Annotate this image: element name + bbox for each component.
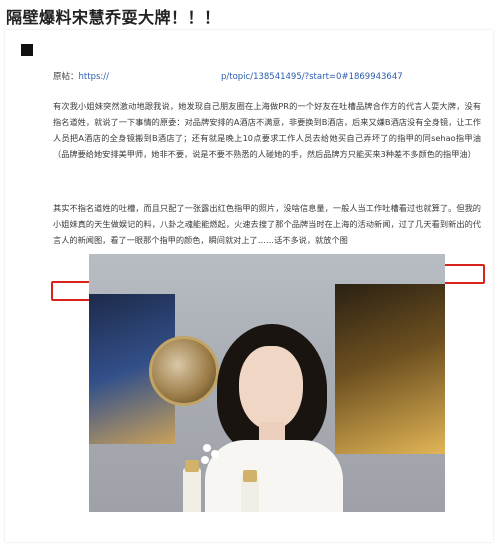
source-label: 原帖： bbox=[53, 72, 79, 82]
source-url[interactable]: https:// bbox=[79, 72, 109, 82]
source-url-tail[interactable]: p/topic/138541495/?start=0#1869943647 bbox=[221, 72, 403, 82]
source-line: 原帖：https:// p/topic/138541495/?start=0#18… bbox=[53, 70, 403, 82]
flower-decoration bbox=[199, 444, 223, 484]
round-mirror bbox=[149, 336, 219, 406]
poster-right bbox=[335, 284, 445, 454]
headline: 隔壁爆料宋慧乔耍大牌！！！ bbox=[6, 8, 221, 27]
post-author-avatar bbox=[21, 44, 33, 56]
person-white-outfit bbox=[205, 440, 343, 512]
product-bottle-cap bbox=[185, 460, 199, 472]
product-bottle-cap bbox=[243, 470, 257, 482]
product-bottle bbox=[183, 468, 201, 512]
paragraph-1: 有次我小姐妹突然激动地跟我说，她发现自己朋友圈在上海做PR的一个好友在吐槽品牌合… bbox=[53, 101, 481, 159]
paragraph-2: 其实不指名道姓的吐槽，而且只配了一张露出红色指甲的照片，没啥信息量，一般人当工作… bbox=[53, 200, 481, 248]
person-face bbox=[239, 346, 303, 430]
event-photo bbox=[89, 254, 445, 512]
